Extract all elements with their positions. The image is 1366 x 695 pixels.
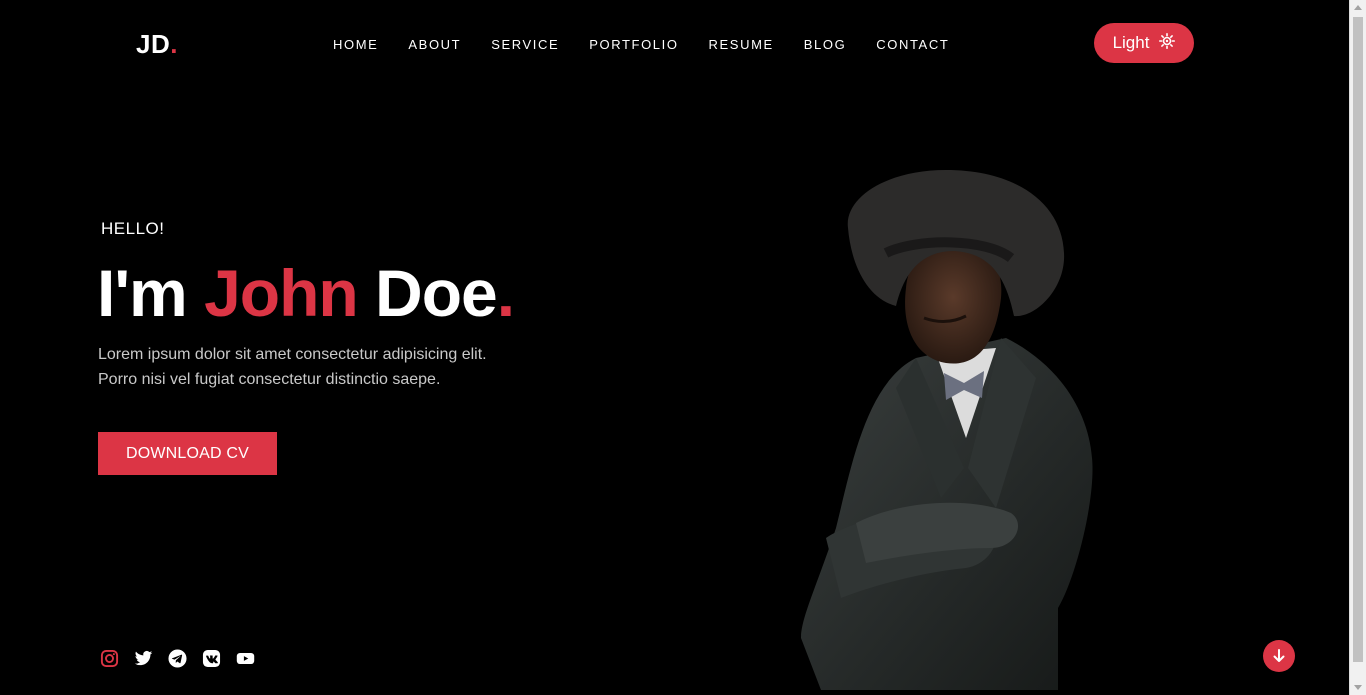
- hero-title: I'm John Doe.: [97, 255, 515, 331]
- nav-contact[interactable]: CONTACT: [876, 37, 949, 52]
- theme-toggle-label: Light: [1112, 33, 1150, 52]
- arrow-down-icon: [1273, 649, 1285, 662]
- portrait-image: [796, 168, 1100, 690]
- vk-icon[interactable]: [201, 648, 222, 669]
- scroll-down-arrow-icon[interactable]: [1354, 685, 1362, 690]
- hero-dot: .: [496, 256, 515, 330]
- nav-about[interactable]: ABOUT: [408, 37, 461, 52]
- hero-intro-line-2: Porro nisi vel fugiat consectetur distin…: [98, 371, 441, 388]
- scroll-down-button[interactable]: [1263, 640, 1295, 672]
- hero-last-name: Doe: [357, 256, 498, 330]
- scroll-up-arrow-icon[interactable]: [1354, 5, 1362, 10]
- sun-icon: [1159, 32, 1176, 54]
- nav-service[interactable]: SERVICE: [491, 37, 559, 52]
- nav-home[interactable]: HOME: [333, 37, 378, 52]
- social-links: [99, 648, 256, 669]
- instagram-icon[interactable]: [99, 648, 120, 669]
- logo[interactable]: JD.: [136, 29, 178, 60]
- main-nav: HOME ABOUT SERVICE PORTFOLIO RESUME BLOG…: [333, 37, 979, 52]
- telegram-icon[interactable]: [167, 648, 188, 669]
- twitter-icon[interactable]: [133, 648, 154, 669]
- hero-intro: Lorem ipsum dolor sit amet consectetur a…: [98, 342, 568, 392]
- hero-first-name: John: [204, 256, 359, 330]
- page-scrollbar[interactable]: [1349, 0, 1366, 695]
- theme-toggle-button[interactable]: Light: [1094, 23, 1194, 63]
- nav-resume[interactable]: RESUME: [709, 37, 774, 52]
- nav-portfolio[interactable]: PORTFOLIO: [589, 37, 678, 52]
- youtube-icon[interactable]: [235, 648, 256, 669]
- download-cv-button[interactable]: DOWNLOAD CV: [98, 432, 277, 475]
- hero-greeting: HELLO!: [101, 219, 165, 238]
- hero-prefix: I'm: [97, 256, 205, 330]
- logo-text: JD: [136, 29, 171, 59]
- nav-blog[interactable]: BLOG: [804, 37, 847, 52]
- hero-intro-line-1: Lorem ipsum dolor sit amet consectetur a…: [98, 346, 487, 363]
- logo-dot: .: [170, 29, 178, 59]
- scrollbar-thumb[interactable]: [1353, 17, 1363, 662]
